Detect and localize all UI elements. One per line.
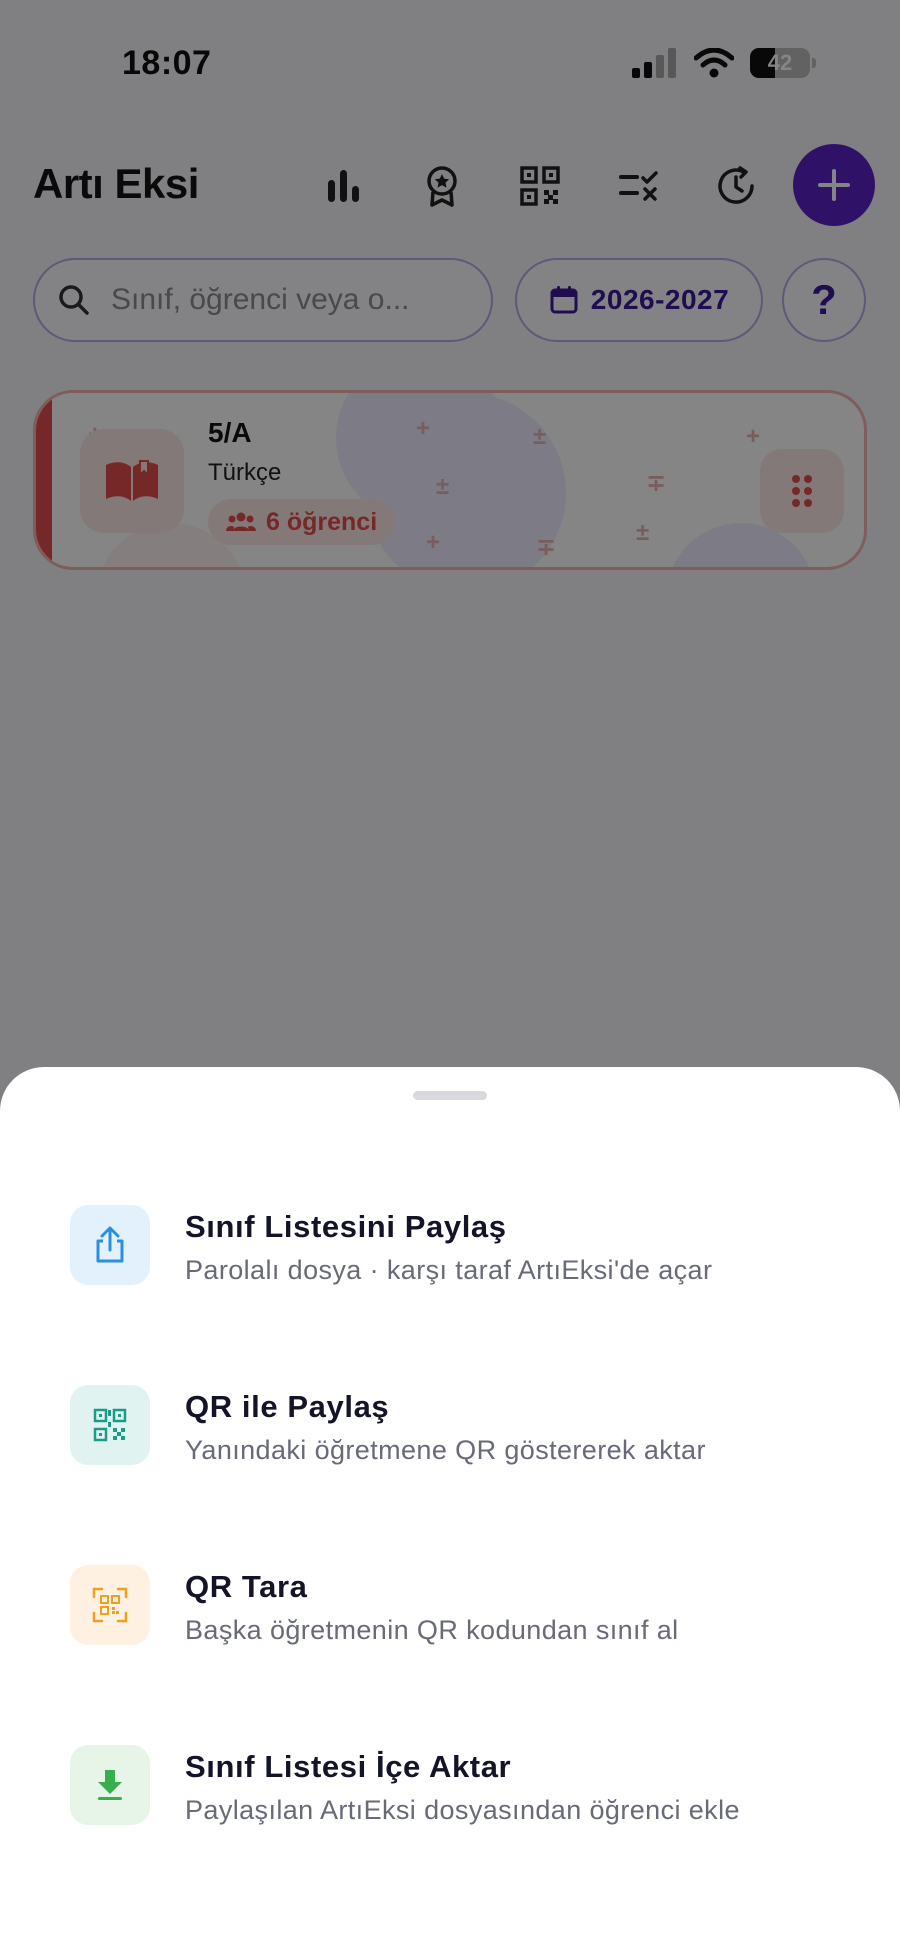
option-title: Sınıf Listesi İçe Aktar [185, 1749, 512, 1784]
share-icon-box [70, 1205, 150, 1285]
qr-code-icon [93, 1408, 127, 1442]
download-icon [98, 1770, 122, 1800]
import-icon-box [70, 1745, 150, 1825]
qr-scan-icon [92, 1587, 128, 1623]
import-class-list-option[interactable]: Sınıf Listesi İçe Aktar Paylaşılan ArtıE… [0, 1725, 900, 1875]
option-title: QR Tara [185, 1569, 308, 1604]
scan-qr-option[interactable]: QR Tara Başka öğretmenin QR kodundan sın… [0, 1545, 900, 1695]
option-subtitle: Başka öğretmenin QR kodundan sınıf al [185, 1615, 679, 1645]
option-title: Sınıf Listesini Paylaş [185, 1209, 507, 1244]
qr-icon-box [70, 1385, 150, 1465]
share-bottom-sheet: Sınıf Listesini Paylaş Parolalı dosya · … [0, 1067, 900, 1955]
option-title: QR ile Paylaş [185, 1389, 390, 1424]
sheet-grabber[interactable] [413, 1091, 487, 1100]
option-subtitle: Parolalı dosya · karşı taraf ArtıEksi'de… [185, 1255, 713, 1285]
option-subtitle: Yanındaki öğretmene QR göstererek aktar [185, 1435, 706, 1465]
share-icon [96, 1226, 124, 1263]
share-via-qr-option[interactable]: QR ile Paylaş Yanındaki öğretmene QR gös… [0, 1365, 900, 1515]
scan-icon-box [70, 1565, 150, 1645]
share-class-list-option[interactable]: Sınıf Listesini Paylaş Parolalı dosya · … [0, 1185, 900, 1335]
option-subtitle: Paylaşılan ArtıEksi dosyasından öğrenci … [185, 1795, 740, 1825]
